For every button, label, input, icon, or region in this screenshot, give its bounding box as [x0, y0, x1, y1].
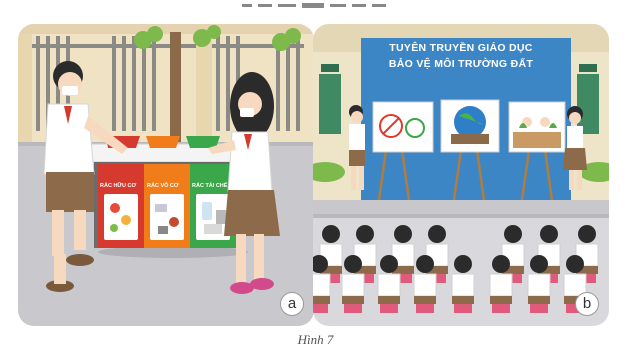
banner-title-line1: TUYÊN TRUYỀN GIÁO DỤC: [389, 42, 533, 54]
student-head: [428, 225, 446, 243]
panel-badge-b: b: [575, 292, 599, 316]
student-pants: [342, 296, 364, 304]
illustration-b: TUYÊN TRUYỀN GIÁO DỤC BẢO VỆ MÔI TRƯỜNG …: [313, 24, 609, 326]
student-stool: [492, 304, 510, 313]
figure-caption: Hình 7: [297, 332, 334, 347]
student-head: [492, 255, 510, 273]
student-head: [416, 255, 434, 273]
student-shirt: [527, 273, 551, 297]
banner-title-line2: BẢO VỆ MÔI TRƯỜNG ĐẤT: [388, 58, 534, 70]
bin-label-recyclable: RÁC TÁI CHẾ: [192, 183, 228, 189]
student-pants: [378, 296, 400, 304]
student-head: [530, 255, 548, 273]
student-shirt: [313, 273, 331, 297]
student-head: [344, 255, 362, 273]
student-pants: [528, 296, 550, 304]
bin-label-inorganic: RÁC VÔ CƠ: [147, 183, 179, 189]
student-shirt: [413, 273, 437, 297]
student-shirt: [489, 273, 513, 297]
student-head: [578, 225, 596, 243]
student-head: [504, 225, 522, 243]
student-head: [540, 225, 558, 243]
student-stool: [344, 304, 362, 313]
student-pants: [414, 296, 436, 304]
student-pants: [313, 296, 330, 304]
student-head: [566, 255, 584, 273]
student-stool: [530, 304, 548, 313]
student-pants: [452, 296, 474, 304]
student-stool: [454, 304, 472, 313]
bin-label-organic: RÁC HỮU CƠ: [100, 183, 137, 189]
student-shirt: [341, 273, 365, 297]
student-head: [394, 225, 412, 243]
student-stool: [313, 304, 328, 313]
student-head: [322, 225, 340, 243]
student-head: [454, 255, 472, 273]
schoolyard-scene: [18, 24, 314, 326]
student-stool: [416, 304, 434, 313]
illustration-a: RÁC HỮU CƠ RÁC VÔ CƠ RÁC TÁI CHẾ a: [18, 24, 314, 326]
student-head: [380, 255, 398, 273]
student-head: [356, 225, 374, 243]
student-pants: [490, 296, 512, 304]
panel-badge-a: a: [280, 292, 304, 316]
student-shirt: [451, 273, 475, 297]
student-shirt: [377, 273, 401, 297]
cropped-top-text: [0, 0, 631, 10]
student-stool: [380, 304, 398, 313]
